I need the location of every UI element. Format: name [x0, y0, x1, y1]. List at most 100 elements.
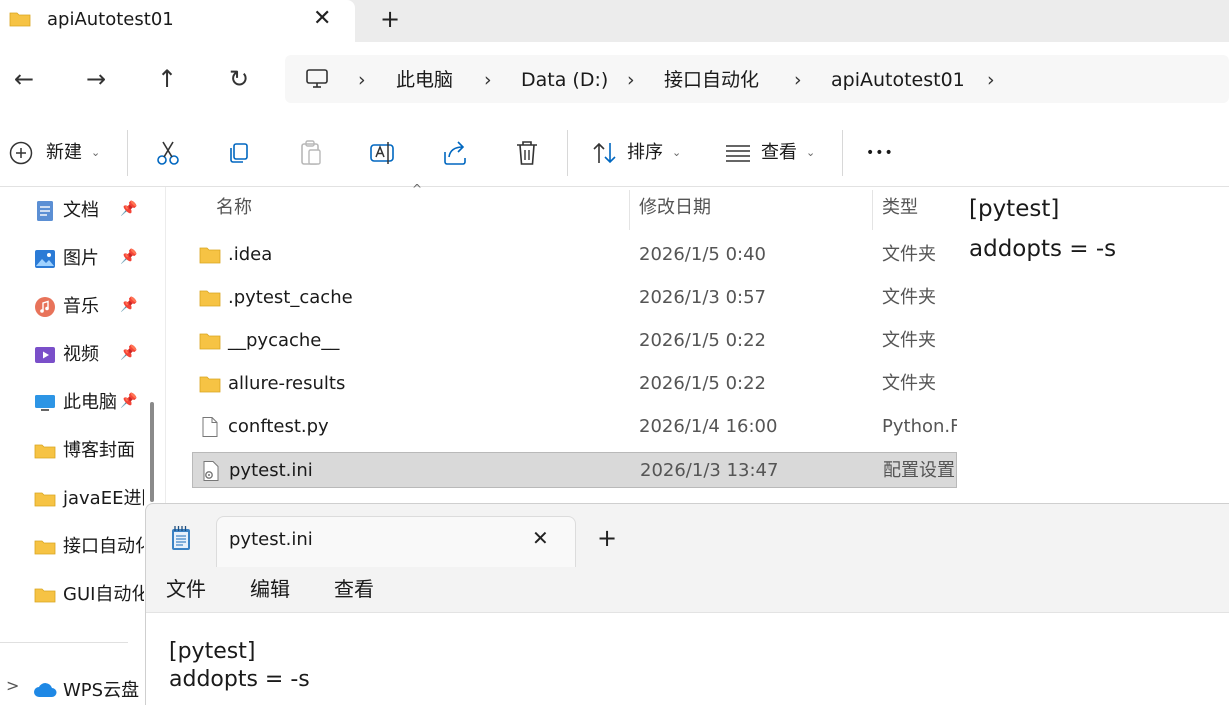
file-type: 文件夹	[882, 330, 936, 351]
file-row[interactable]: conftest.py 2026/1/4 16:00 Python.F	[192, 409, 957, 445]
file-type: 文件夹	[882, 244, 936, 265]
sidebar-item-documents[interactable]: 文档 📌	[34, 195, 164, 227]
file-name: __pycache__	[228, 330, 340, 351]
sort-button[interactable]: 排序	[627, 140, 663, 166]
file-row[interactable]: __pycache__ 2026/1/5 0:22 文件夹	[192, 323, 957, 359]
file-type: Python.F	[882, 416, 957, 437]
file-modified-date: 2026/1/5 0:22	[639, 373, 766, 394]
sidebar-item-label: 此电脑	[63, 392, 117, 413]
document-icon	[37, 201, 53, 221]
file-name: .pytest_cache	[228, 287, 353, 308]
folder-icon	[34, 588, 56, 603]
column-header-type[interactable]: 类型	[882, 195, 918, 221]
sort-ascending-icon: ^	[412, 182, 423, 196]
view-icon[interactable]	[723, 138, 753, 168]
pin-icon[interactable]: 📌	[120, 393, 137, 409]
sidebar-item-folder[interactable]: GUI自动化	[34, 579, 144, 611]
menu-file[interactable]: 文件	[166, 575, 206, 603]
toolbar-divider	[842, 130, 843, 176]
new-button[interactable]: 新建	[46, 140, 82, 166]
preview-line: [pytest]	[969, 196, 1060, 222]
breadcrumb-separator[interactable]: ›	[484, 67, 492, 93]
pin-icon[interactable]: 📌	[120, 297, 137, 313]
delete-icon[interactable]	[512, 138, 542, 168]
sidebar-item-label: GUI自动化	[63, 584, 144, 605]
more-options-button[interactable]: •••	[866, 140, 894, 166]
sort-icon[interactable]	[590, 138, 620, 168]
editor-line: addopts = -s	[169, 667, 310, 692]
chevron-down-icon[interactable]: ⌄	[672, 146, 681, 159]
sidebar-item-label: 图片	[63, 248, 99, 269]
breadcrumb-this-pc[interactable]: 此电脑	[396, 67, 453, 93]
up-button[interactable]: ↑	[150, 62, 184, 96]
cut-icon[interactable]	[153, 138, 183, 168]
folder-icon	[34, 492, 56, 507]
sidebar-item-this-pc[interactable]: 此电脑 📌	[34, 387, 164, 419]
file-type: 文件夹	[882, 373, 936, 394]
breadcrumb-separator[interactable]: ›	[358, 67, 366, 93]
file-modified-date: 2026/1/4 16:00	[639, 416, 778, 437]
paste-icon	[301, 140, 321, 165]
breadcrumb-separator[interactable]: ›	[794, 67, 802, 93]
file-modified-date: 2026/1/3 13:47	[640, 460, 779, 481]
breadcrumb-current-folder[interactable]: apiAutotest01	[831, 67, 965, 93]
file-row[interactable]: allure-results 2026/1/5 0:22 文件夹	[192, 366, 957, 402]
close-tab-icon[interactable]: ✕	[532, 524, 549, 552]
share-icon[interactable]	[440, 138, 470, 168]
file-type: 文件夹	[882, 287, 936, 308]
menu-edit[interactable]: 编辑	[250, 575, 290, 603]
sidebar-item-folder[interactable]: 接口自动化	[34, 531, 144, 563]
file-row[interactable]: .idea 2026/1/5 0:40 文件夹	[192, 237, 957, 273]
breadcrumb-separator[interactable]: ›	[987, 67, 995, 93]
file-name: .idea	[228, 244, 273, 265]
sidebar-item-label: 文档	[63, 200, 99, 221]
forward-button[interactable]: →	[79, 62, 113, 96]
notepad-icon	[172, 526, 190, 550]
column-header-name[interactable]: 名称	[216, 195, 252, 221]
new-tab-button[interactable]: +	[597, 524, 617, 552]
sidebar-item-music[interactable]: 音乐 📌	[34, 291, 164, 323]
plus-circle-icon[interactable]	[8, 140, 34, 166]
chevron-down-icon[interactable]: ⌄	[91, 146, 100, 159]
rename-icon[interactable]	[368, 138, 398, 168]
breadcrumb-api-automation[interactable]: 接口自动化	[664, 67, 759, 93]
column-divider[interactable]	[629, 190, 630, 230]
sidebar-item-label: 视频	[63, 344, 99, 365]
new-tab-button[interactable]: +	[380, 5, 400, 33]
pin-icon[interactable]: 📌	[120, 201, 137, 217]
file-name: conftest.py	[228, 416, 329, 437]
file-row[interactable]: pytest.ini 2026/1/3 13:47 配置设置	[192, 452, 957, 488]
toolbar-divider	[567, 130, 568, 176]
computer-icon[interactable]	[305, 68, 329, 90]
folder-icon	[9, 12, 31, 27]
sidebar-item-folder[interactable]: javaEE进阶	[34, 483, 144, 515]
column-header-modified[interactable]: 修改日期	[639, 195, 711, 221]
breadcrumb-drive[interactable]: Data (D:)	[521, 67, 608, 93]
menu-view[interactable]: 查看	[334, 575, 374, 603]
computer-icon	[35, 395, 55, 411]
back-button[interactable]: ←	[7, 62, 41, 96]
chevron-down-icon[interactable]: ⌄	[806, 146, 815, 159]
folder-icon	[199, 333, 221, 350]
file-row[interactable]: .pytest_cache 2026/1/3 0:57 文件夹	[192, 280, 957, 316]
sidebar-item-folder[interactable]: 博客封面	[34, 435, 164, 467]
sidebar-item-label: 音乐	[63, 296, 99, 317]
expand-chevron-icon[interactable]: >	[6, 676, 19, 695]
copy-icon[interactable]	[224, 138, 254, 168]
refresh-button[interactable]: ↻	[222, 62, 256, 96]
file-name: allure-results	[228, 373, 346, 394]
editor-line: [pytest]	[169, 639, 256, 664]
sidebar-item-pictures[interactable]: 图片 📌	[34, 243, 164, 275]
folder-icon	[34, 540, 56, 555]
sidebar-item-wps-cloud[interactable]: WPS云盘	[63, 678, 139, 704]
sidebar-item-videos[interactable]: 视频 📌	[34, 339, 164, 371]
sidebar-scrollbar[interactable]	[150, 402, 154, 502]
column-divider[interactable]	[872, 190, 873, 230]
pin-icon[interactable]: 📌	[120, 345, 137, 361]
breadcrumb-separator[interactable]: ›	[627, 67, 635, 93]
pictures-icon	[35, 250, 55, 268]
view-button[interactable]: 查看	[761, 140, 797, 166]
sidebar-item-label: 接口自动化	[63, 536, 144, 557]
close-tab-icon[interactable]: ✕	[313, 6, 331, 32]
pin-icon[interactable]: 📌	[120, 249, 137, 265]
